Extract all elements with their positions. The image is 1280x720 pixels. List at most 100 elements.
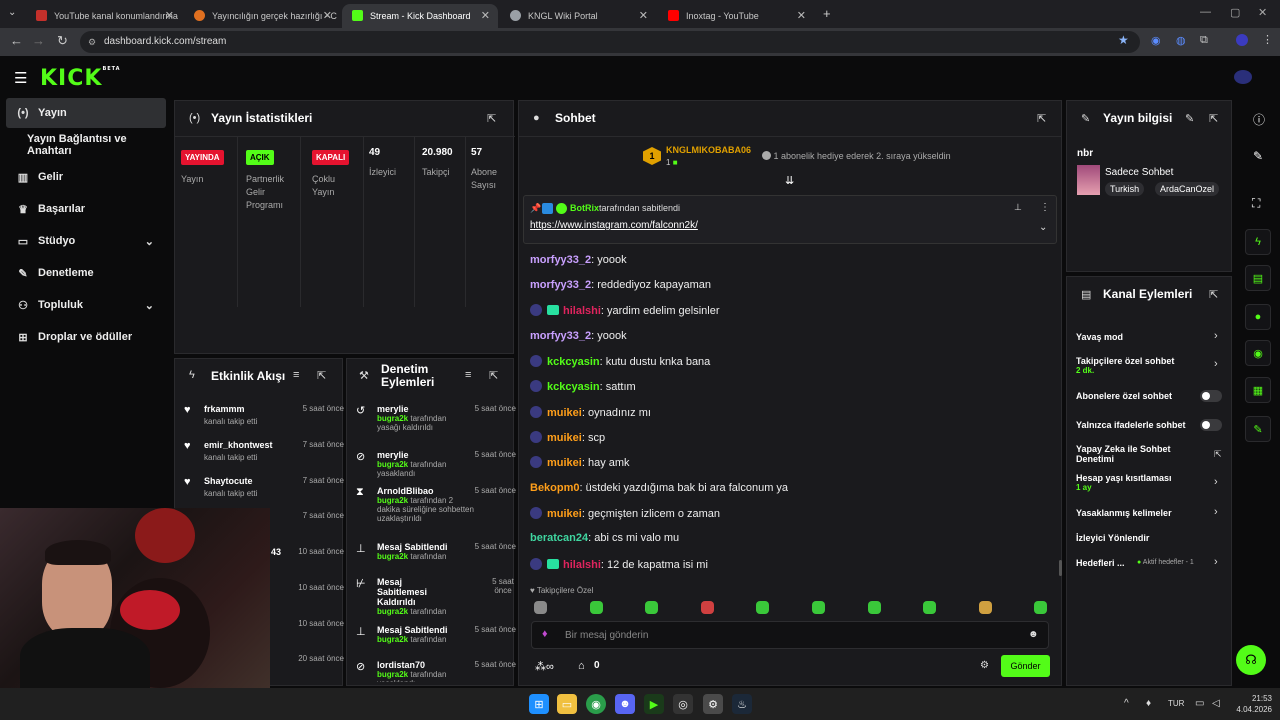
pinned-link[interactable]: https://www.instagram.com/falconn2k/	[530, 220, 698, 231]
maximize-icon[interactable]: ▢	[1230, 6, 1240, 19]
file-explorer-icon[interactable]: ▭	[557, 694, 577, 714]
profile-avatar[interactable]	[1236, 34, 1248, 46]
sidebar-item-stream-key[interactable]: Yayın Bağlantısı ve Anahtarı	[6, 130, 166, 160]
close-tab-icon[interactable]: ✕	[639, 9, 648, 22]
unpin-icon[interactable]: ⊥	[1014, 202, 1022, 213]
new-tab-icon[interactable]: +	[823, 6, 831, 21]
kick-logo[interactable]: KICKBETA	[40, 66, 121, 91]
emote-icon[interactable]	[700, 601, 714, 614]
volume-icon[interactable]: ◁	[1212, 698, 1220, 709]
sidebar-item-droplar[interactable]: ⊞ Droplar ve ödüller	[6, 322, 166, 352]
popout-icon[interactable]: ⇱	[489, 369, 498, 382]
reload-icon[interactable]: ↻	[57, 33, 68, 49]
filter-icon[interactable]: ≡	[293, 369, 299, 381]
emote-icon[interactable]	[923, 601, 937, 614]
quick-action-bolt-icon[interactable]: ϟ	[1245, 229, 1271, 255]
user-avatar[interactable]	[530, 406, 542, 418]
sidebar-item-topluluk[interactable]: ⚇ Topluluk ⌄	[6, 290, 166, 320]
back-icon[interactable]: ←	[10, 33, 23, 48]
user-avatar[interactable]	[530, 507, 542, 519]
sidebar-item-denetleme[interactable]: ✎ Denetleme	[6, 258, 166, 288]
microphone-tray-icon[interactable]: ♦	[1146, 698, 1151, 709]
chevron-right-icon[interactable]: ›	[1214, 476, 1218, 488]
action-redirect-viewers[interactable]: İzleyici Yönlendir	[1076, 533, 1226, 543]
close-tab-icon[interactable]: ✕	[481, 9, 490, 22]
emoji-icon[interactable]: ☻	[1028, 629, 1039, 640]
external-link-icon[interactable]: ⇱	[1214, 449, 1222, 460]
quick-action-broadcast-icon[interactable]: ◉	[1245, 340, 1271, 366]
sidebar-item-yayin[interactable]: (•) Yayın	[6, 98, 166, 128]
action-follower-chat[interactable]: Takipçilere özel sohbet 2 dk.	[1076, 356, 1196, 375]
extensions-puzzle-icon[interactable]: ⧉	[1200, 34, 1208, 47]
chat-settings-gear-icon[interactable]: ⚙	[980, 660, 989, 671]
filter-icon[interactable]: ≡	[465, 369, 471, 381]
chevron-right-icon[interactable]: ›	[1214, 358, 1218, 370]
chrome-icon[interactable]: ◉	[586, 694, 606, 714]
chat-username[interactable]: beratcan24	[530, 532, 588, 544]
chat-username[interactable]: muikei	[547, 432, 582, 444]
edit-pencil-icon[interactable]: ✎	[1253, 149, 1263, 163]
network-icon[interactable]: ▭	[1195, 698, 1204, 709]
user-avatar[interactable]	[530, 558, 542, 570]
close-tab-icon[interactable]: ✕	[165, 9, 174, 22]
chat-username[interactable]: muikei	[547, 508, 582, 520]
chevron-down-icon[interactable]: ⌄	[1039, 222, 1047, 233]
popout-icon[interactable]: ⇱	[1209, 112, 1218, 125]
info-icon[interactable]: ⓘ	[1253, 111, 1265, 128]
chat-input[interactable]: ♦ Bir mesaj gönderin ☻	[531, 621, 1049, 649]
browser-tab-5[interactable]: Inoxtag - YouTube ✕	[658, 4, 814, 28]
forward-icon[interactable]: →	[32, 33, 45, 48]
chat-username[interactable]: muikei	[547, 407, 582, 419]
user-avatar[interactable]	[530, 431, 542, 443]
emote-icon[interactable]	[645, 601, 659, 614]
tray-chevron-icon[interactable]: ^	[1124, 698, 1129, 709]
site-info-icon[interactable]: ⚙	[88, 31, 96, 53]
gifter-name[interactable]: KNGLMIKOBABA06	[666, 145, 751, 155]
chat-username[interactable]: kckcyasin	[547, 356, 600, 368]
popout-icon[interactable]: ⇱	[1209, 288, 1218, 301]
expand-down-icon[interactable]: ⇊	[785, 174, 794, 187]
chat-username[interactable]: morfyy33_2	[530, 279, 591, 291]
sidebar-item-basarilar[interactable]: ♛ Başarılar	[6, 194, 166, 224]
emote-icon[interactable]	[534, 601, 547, 614]
chat-username[interactable]: morfyy33_2	[530, 254, 591, 266]
browser-menu-icon[interactable]: ⋮	[1262, 33, 1273, 46]
browser-tab-1[interactable]: YouTube kanal konumlandırma ✕	[26, 4, 182, 28]
chat-username[interactable]: kckcyasin	[547, 381, 600, 393]
category-name[interactable]: Sadece Sohbet	[1105, 167, 1173, 178]
action-banned-words[interactable]: Yasaklanmış kelimeler	[1076, 508, 1226, 518]
store-icon[interactable]: ⌂	[578, 660, 585, 672]
pinned-by-user[interactable]: BotRix	[570, 203, 599, 213]
browser-tab-2[interactable]: Yayıncılığın gerçek hazırlığı - C ✕	[184, 4, 340, 28]
clock[interactable]: 21:53 4.04.2026	[1232, 693, 1272, 715]
user-avatar[interactable]	[1234, 70, 1252, 84]
action-ai-moderation[interactable]: Yapay Zeka ile Sohbet Denetimi	[1076, 444, 1186, 464]
tag-chip[interactable]: ArdaCanOzel	[1155, 182, 1220, 196]
browser-tab-4[interactable]: KNGL Wiki Portal ✕	[500, 4, 656, 28]
edit-pencil-icon[interactable]: ✎	[1185, 112, 1194, 125]
chat-scrollbar[interactable]	[1059, 560, 1062, 576]
tag-chip[interactable]: Turkish	[1105, 182, 1145, 196]
language-indicator[interactable]: TUR	[1168, 699, 1184, 708]
bookmark-star-icon[interactable]: ★	[1118, 33, 1129, 47]
settings-gear-icon[interactable]: ⚙	[703, 694, 723, 714]
action-slow-mode[interactable]: Yavaş mod	[1076, 332, 1226, 342]
chat-username[interactable]: hilalshi	[563, 305, 601, 317]
emote-icon[interactable]	[756, 601, 770, 614]
steam-icon[interactable]: ♨	[732, 694, 752, 714]
user-avatar[interactable]	[530, 456, 542, 468]
tab-search-icon[interactable]: ⌄	[8, 7, 16, 18]
chat-username[interactable]: Bekopm0	[530, 482, 580, 494]
extension-icon[interactable]: ◍	[1176, 34, 1186, 47]
user-avatar[interactable]	[530, 304, 542, 316]
quick-action-chat-icon[interactable]: ●	[1245, 304, 1271, 330]
user-avatar[interactable]	[530, 355, 542, 367]
extension-icon[interactable]: ◉	[1151, 34, 1161, 47]
url-field[interactable]: ⚙ dashboard.kick.com/stream	[80, 31, 1140, 53]
action-account-age[interactable]: Hesap yaşı kısıtlaması 1 ay	[1076, 473, 1196, 492]
sidebar-item-studyo[interactable]: ▭ Stüdyo ⌄	[6, 226, 166, 256]
popout-icon[interactable]: ⇱	[317, 369, 326, 382]
chat-username[interactable]: hilalshi	[563, 559, 601, 571]
close-window-icon[interactable]: ✕	[1258, 6, 1267, 19]
emote-icon[interactable]	[812, 601, 825, 614]
